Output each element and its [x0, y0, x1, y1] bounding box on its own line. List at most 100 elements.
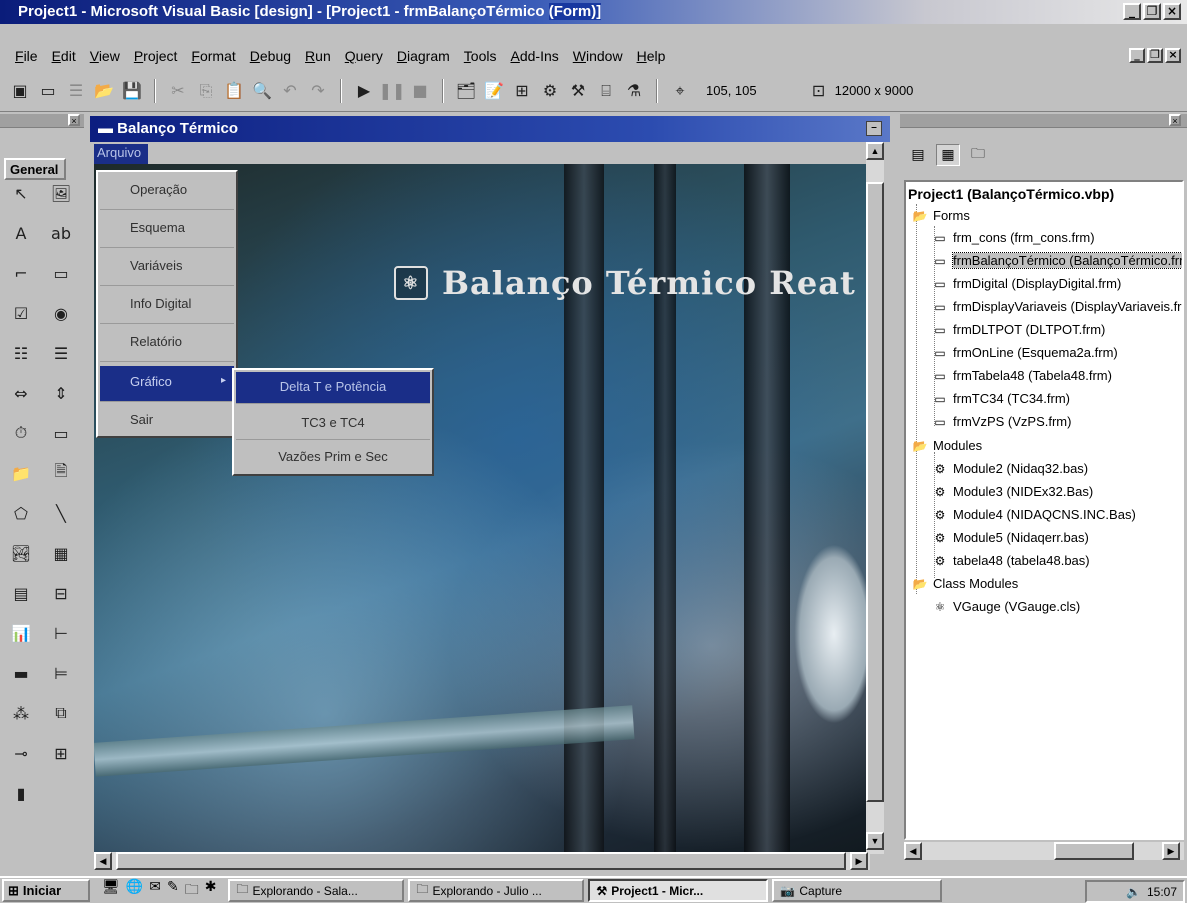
submenu-item-tc3-tc4[interactable]: TC3 e TC4	[236, 408, 430, 440]
view-code-icon[interactable]: ▤	[906, 144, 930, 166]
treeview-icon[interactable]: ⊨	[46, 660, 76, 686]
menu-item-operacao[interactable]: Operação	[100, 174, 234, 210]
taskbar-button-capture[interactable]: 📷 Capture	[772, 879, 943, 902]
menu-window[interactable]: Window	[566, 48, 630, 64]
form-horizontal-scrollbar[interactable]: ◀ ▶	[94, 852, 870, 870]
data-control-icon[interactable]: ▦	[46, 540, 76, 566]
submenu-item-vazoes[interactable]: Vazões Prim e Sec	[236, 442, 430, 474]
menu-edit[interactable]: Edit	[45, 48, 83, 64]
tree-item-module[interactable]: ⚙ Module3 (NIDEx32.Bas)	[932, 484, 1094, 499]
menu-add-ins[interactable]: Add-Ins	[503, 48, 565, 64]
start-button[interactable]: ⊞ Iniciar	[2, 879, 90, 902]
paste-icon[interactable]: 📋	[222, 79, 246, 103]
break-icon[interactable]: ❚❚	[379, 79, 406, 103]
menu-debug[interactable]: Debug	[243, 48, 298, 64]
cut-icon[interactable]: ✂	[166, 79, 190, 103]
listview-icon[interactable]: ⁂	[6, 700, 36, 726]
tree-item-module[interactable]: ⚙ tabela48 (tabela48.bas)	[932, 553, 1090, 568]
dirlistbox-icon[interactable]: 📁	[6, 460, 36, 486]
tree-item-form[interactable]: ▭ frmDLTPOT (DLTPOT.frm)	[932, 322, 1105, 337]
menu-query[interactable]: Query	[338, 48, 390, 64]
desktop-icon[interactable]: 🖥	[102, 879, 120, 903]
menu-format[interactable]: Format	[184, 48, 242, 64]
tree-folder-modules[interactable]: 📂 Modules	[912, 438, 983, 453]
slider-icon[interactable]: ⊸	[6, 740, 36, 766]
checkbox-icon[interactable]: ☑	[6, 300, 36, 326]
menu-item-variaveis[interactable]: Variáveis	[100, 250, 234, 286]
ole-icon[interactable]: ▤	[6, 580, 36, 606]
vscrollbar-icon[interactable]: ⇕	[46, 380, 76, 406]
menu-arquivo[interactable]: Arquivo	[94, 144, 148, 164]
chart-control-icon[interactable]: 📊	[6, 620, 36, 646]
explorer-icon[interactable]: 🗀	[185, 879, 199, 903]
copy-icon[interactable]: ⎘	[194, 79, 218, 103]
msflexgrid-icon[interactable]: ⊞	[46, 740, 76, 766]
menu-file[interactable]: File	[8, 48, 45, 64]
tree-item-form[interactable]: ▭ frmDisplayVariaveis (DisplayVariaveis.f…	[932, 299, 1182, 314]
tabstrip-icon[interactable]: ⧉	[46, 700, 76, 726]
toolbox-close-button[interactable]: ×	[68, 114, 80, 126]
tree-item-form[interactable]: ▭ frmOnLine (Esquema2a.frm)	[932, 345, 1117, 360]
taskbar-button-project1[interactable]: ⚒ Project1 - Micr...	[588, 879, 769, 902]
component-manager-icon[interactable]: ⚗	[622, 79, 646, 103]
mdi-close-button[interactable]: ×	[1165, 48, 1181, 63]
combobox-icon[interactable]: ☷	[6, 340, 36, 366]
menu-tools[interactable]: Tools	[457, 48, 504, 64]
hscroll-thumb[interactable]	[116, 852, 846, 870]
find-icon[interactable]: 🔍	[250, 79, 274, 103]
restore-button[interactable]: ❐	[1143, 3, 1161, 20]
drivelistbox-icon[interactable]: ▭	[46, 420, 76, 446]
listbox-icon[interactable]: ☰	[46, 340, 76, 366]
open-project-icon[interactable]: 📂	[92, 79, 116, 103]
tree-item-form[interactable]: ▭ frm_cons (frm_cons.frm)	[932, 230, 1094, 245]
menu-project[interactable]: Project	[127, 48, 185, 64]
gauge-icon[interactable]: ⊢	[46, 620, 76, 646]
tree-item-form[interactable]: ▭ frmTC34 (TC34.frm)	[932, 391, 1070, 406]
tree-item-module[interactable]: ⚙ Module4 (NIDAQCNS.INC.Bas)	[932, 507, 1136, 522]
vgauge-icon[interactable]: ▮	[6, 780, 36, 806]
progressbar-icon[interactable]: ▬	[6, 660, 36, 686]
form-layout-icon[interactable]: ⊞	[510, 79, 534, 103]
commandbutton-icon[interactable]: ▭	[46, 260, 76, 286]
tree-root[interactable]: Project1 (BalançoTérmico.vbp)	[908, 186, 1114, 202]
optionbutton-icon[interactable]: ◉	[46, 300, 76, 326]
project-explorer-icon[interactable]: 🗂	[454, 79, 478, 103]
toggle-folders-icon[interactable]: 🗀	[966, 144, 990, 166]
scroll-left-arrow[interactable]: ◀	[94, 852, 112, 870]
mail-icon[interactable]: ✉	[149, 879, 161, 903]
scroll-right-arrow[interactable]: ▶	[850, 852, 868, 870]
submenu-item-delta-t[interactable]: Delta T e Potência	[236, 372, 430, 404]
tree-folder-forms[interactable]: 📂 Forms	[912, 208, 970, 223]
hscroll-thumb[interactable]	[1054, 842, 1134, 860]
view-object-icon[interactable]: ▦	[936, 144, 960, 166]
edit-icon[interactable]: ✎	[167, 879, 179, 903]
label-icon[interactable]: A	[6, 220, 36, 246]
frame-icon[interactable]: ⌐	[6, 260, 36, 286]
volume-icon[interactable]: 🔈	[1126, 885, 1141, 899]
tree-item-class[interactable]: ⚛ VGauge (VGauge.cls)	[932, 599, 1081, 614]
undo-icon[interactable]: ↶	[278, 79, 302, 103]
scroll-right-arrow[interactable]: ▶	[1162, 842, 1180, 860]
add-form-icon[interactable]: ▭	[36, 79, 60, 103]
line-icon[interactable]: ╲	[46, 500, 76, 526]
scroll-left-arrow[interactable]: ◀	[904, 842, 922, 860]
save-project-icon[interactable]: 💾	[120, 79, 144, 103]
picturebox-icon[interactable]: 🖼	[46, 180, 76, 206]
end-icon[interactable]: ■	[408, 79, 432, 103]
tree-item-module[interactable]: ⚙ Module2 (Nidaq32.bas)	[932, 461, 1089, 476]
menu-editor-icon[interactable]: ☰	[64, 79, 88, 103]
close-button[interactable]: ×	[1163, 3, 1181, 20]
properties-window-icon[interactable]: 📝	[482, 79, 506, 103]
add-project-icon[interactable]: ▣	[8, 79, 32, 103]
mdi-restore-button[interactable]: ❐	[1147, 48, 1163, 63]
form-vertical-scrollbar[interactable]: ▲ ▼	[866, 142, 884, 854]
tree-folder-class-modules[interactable]: 📂 Class Modules	[912, 576, 1019, 591]
redo-icon[interactable]: ↷	[306, 79, 330, 103]
taskbar-button-explorando-sala[interactable]: 🗀 Explorando - Sala...	[228, 879, 405, 902]
tree-item-form[interactable]: ▭ frmVzPS (VzPS.frm)	[932, 414, 1071, 429]
minimize-button[interactable]: _	[1123, 3, 1141, 20]
timer-icon[interactable]: ⏱	[6, 420, 36, 446]
scroll-thumb[interactable]	[866, 182, 884, 802]
textbox-icon[interactable]: ab	[46, 220, 76, 246]
menu-diagram[interactable]: Diagram	[390, 48, 457, 64]
